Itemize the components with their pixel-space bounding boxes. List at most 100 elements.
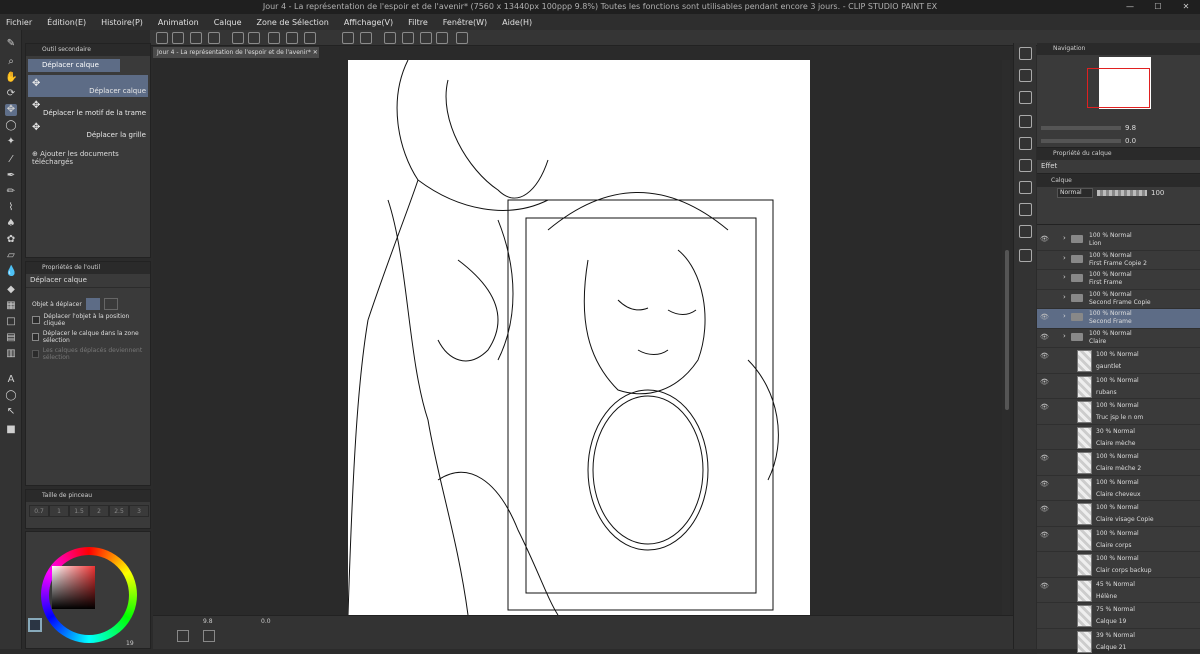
- folder-expand-icon[interactable]: ›: [1063, 273, 1066, 281]
- menu-fenetre[interactable]: Fenêtre(W): [443, 18, 487, 27]
- auto-action-icon[interactable]: [1019, 203, 1032, 216]
- close-tab-icon[interactable]: ✕: [313, 49, 318, 56]
- layer-row[interactable]: 👁100 % NormalClaire visage Copie: [1037, 501, 1200, 527]
- menu-fichier[interactable]: Fichier: [6, 18, 32, 27]
- search-icon[interactable]: [1019, 47, 1032, 60]
- target-layer-icon[interactable]: [86, 298, 100, 310]
- main-color-swatch[interactable]: [28, 618, 42, 632]
- layer-row[interactable]: 👁100 % NormalClaire cheveux: [1037, 476, 1200, 502]
- layer-row[interactable]: 75 % NormalCalque 19: [1037, 603, 1200, 629]
- brush-size-preset[interactable]: 2.5: [109, 505, 129, 517]
- target-tone-icon[interactable]: [104, 298, 118, 310]
- brush-size-preset[interactable]: 3: [129, 505, 149, 517]
- menu-edition[interactable]: Édition(E): [47, 18, 86, 27]
- navigator-icon[interactable]: [1019, 91, 1032, 104]
- layer-row[interactable]: 👁›100 % NormalLion: [1037, 231, 1200, 251]
- text-tool-icon[interactable]: A: [5, 374, 17, 386]
- rotate-slider[interactable]: [1041, 139, 1121, 143]
- visibility-eye-icon[interactable]: 👁: [1040, 378, 1049, 386]
- eraser-tool-icon[interactable]: ▱: [5, 250, 17, 262]
- visibility-eye-icon[interactable]: 👁: [1040, 313, 1049, 321]
- drawing-canvas[interactable]: [348, 60, 810, 615]
- layer-row[interactable]: ›100 % NormalSecond Frame Copie: [1037, 290, 1200, 310]
- subtool-group-tab[interactable]: Déplacer calque: [28, 59, 120, 72]
- open-icon[interactable]: [172, 32, 184, 44]
- option-row[interactable]: Déplacer le calque dans la zone sélectio…: [32, 330, 144, 344]
- material-icon[interactable]: [1019, 69, 1032, 82]
- sub-view-icon[interactable]: [1019, 249, 1032, 262]
- blend-mode-select[interactable]: Normal: [1057, 188, 1093, 198]
- lasso-tool-icon[interactable]: ◯: [5, 120, 17, 132]
- menu-aide[interactable]: Aide(H): [502, 18, 532, 27]
- navigator-view-rect[interactable]: [1087, 68, 1150, 108]
- airbrush-tool-icon[interactable]: ♠: [5, 218, 17, 230]
- visibility-eye-icon[interactable]: 👁: [1040, 352, 1049, 360]
- zoom-tool-icon[interactable]: ⌕: [5, 56, 17, 68]
- layer-row[interactable]: 👁100 % Normalgauntlet: [1037, 348, 1200, 374]
- layer-row[interactable]: 39 % NormalCalque 21: [1037, 629, 1200, 654]
- crop-icon[interactable]: [360, 32, 372, 44]
- navigator-zoom[interactable]: 9.8: [1125, 124, 1136, 132]
- layer-property-icon[interactable]: [1019, 115, 1032, 128]
- option-checkbox[interactable]: [32, 316, 40, 324]
- visibility-eye-icon[interactable]: 👁: [1040, 531, 1049, 539]
- angle-value[interactable]: 0.0: [261, 618, 271, 625]
- brush-icon[interactable]: [402, 32, 414, 44]
- clear-icon[interactable]: [268, 32, 280, 44]
- select-icon[interactable]: [342, 32, 354, 44]
- brush-size-preset[interactable]: 2: [89, 505, 109, 517]
- menu-histoire[interactable]: Histoire(P): [101, 18, 143, 27]
- option-checkbox[interactable]: [32, 350, 39, 358]
- layer-row[interactable]: 👁100 % NormalClaire mèche 2: [1037, 450, 1200, 476]
- minimize-button[interactable]: —: [1116, 0, 1144, 14]
- blend-tool-icon[interactable]: 💧: [5, 266, 17, 278]
- folder-expand-icon[interactable]: ›: [1063, 254, 1066, 262]
- opacity-slider[interactable]: [1097, 190, 1147, 196]
- option-row[interactable]: Les calques déplacés deviennent sélectio…: [32, 347, 144, 361]
- hand-tool-icon[interactable]: ✋: [5, 72, 17, 84]
- brush-size-preset[interactable]: 1.5: [69, 505, 89, 517]
- transform-icon[interactable]: [286, 32, 298, 44]
- zoom-slider[interactable]: [1041, 126, 1121, 130]
- folder-expand-icon[interactable]: ›: [1063, 312, 1066, 320]
- fill-tool-icon[interactable]: ◆: [5, 284, 17, 296]
- folder-expand-icon[interactable]: ›: [1063, 293, 1066, 301]
- gradient-tool-icon[interactable]: ▦: [5, 300, 17, 312]
- shape-tool-icon[interactable]: □: [5, 316, 17, 328]
- print-icon[interactable]: [208, 32, 220, 44]
- document-tab[interactable]: Jour 4 - La représentation de l'espoir e…: [153, 47, 319, 58]
- menu-animation[interactable]: Animation: [158, 18, 199, 27]
- ruler-tool-icon[interactable]: ▥: [5, 348, 17, 360]
- correct-line-tool-icon[interactable]: ↖: [5, 406, 17, 418]
- subtool-item-move-grid[interactable]: ✥ Déplacer la grille: [28, 119, 148, 141]
- reset-view-icon[interactable]: [203, 630, 215, 642]
- balloon-tool-icon[interactable]: ◯: [5, 390, 17, 402]
- phone-icon[interactable]: [436, 32, 448, 44]
- vertical-scroll-thumb[interactable]: [1005, 250, 1009, 410]
- wand-tool-icon[interactable]: ✦: [5, 136, 17, 148]
- option-row[interactable]: Déplacer l'objet à la position cliquée: [32, 313, 144, 327]
- eyedropper-tool-icon[interactable]: ⁄: [5, 154, 17, 166]
- zoom-value[interactable]: 9.8: [203, 618, 213, 625]
- settings-icon[interactable]: [456, 32, 468, 44]
- layer-row[interactable]: ›100 % NormalFirst Frame: [1037, 270, 1200, 290]
- layer-row[interactable]: 👁45 % NormalHélène: [1037, 578, 1200, 604]
- visibility-eye-icon[interactable]: 👁: [1040, 480, 1049, 488]
- layer-row[interactable]: 100 % NormalClair corps backup: [1037, 552, 1200, 578]
- deselect-icon[interactable]: [304, 32, 316, 44]
- layer-icon[interactable]: [1019, 137, 1032, 150]
- layer-row[interactable]: 👁100 % NormalClaire corps: [1037, 527, 1200, 553]
- pen-icon[interactable]: [384, 32, 396, 44]
- new-icon[interactable]: [156, 32, 168, 44]
- pen-tool-icon[interactable]: ✎: [5, 38, 17, 50]
- frame-tool-icon[interactable]: ▤: [5, 332, 17, 344]
- add-downloaded-button[interactable]: ⊕ Ajouter les documents téléchargés: [26, 150, 150, 166]
- opacity-value[interactable]: 100: [1151, 189, 1164, 197]
- visibility-eye-icon[interactable]: 👁: [1040, 403, 1049, 411]
- saturation-value-square[interactable]: [52, 566, 95, 609]
- visibility-eye-icon[interactable]: 👁: [1040, 454, 1049, 462]
- history-icon[interactable]: [1019, 181, 1032, 194]
- subtool-item-move-tone[interactable]: ✥ Déplacer le motif de la trame: [28, 97, 148, 119]
- menu-filtre[interactable]: Filtre: [408, 18, 428, 27]
- decoration-tool-icon[interactable]: ✿: [5, 234, 17, 246]
